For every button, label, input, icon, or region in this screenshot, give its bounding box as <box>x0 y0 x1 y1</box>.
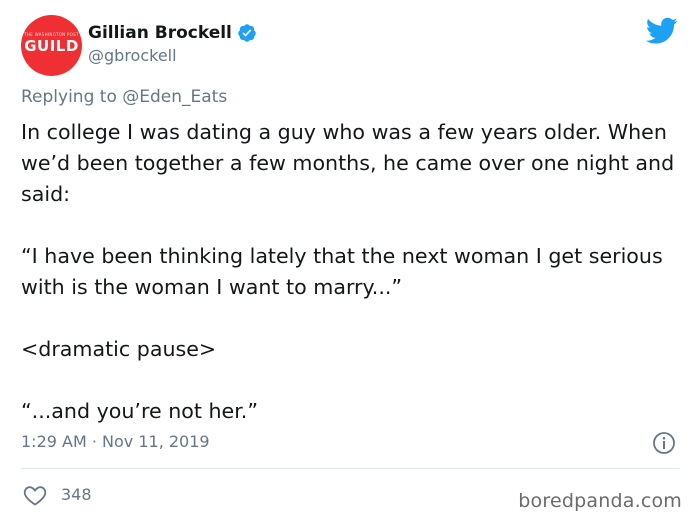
divider <box>21 468 679 469</box>
replying-to-prefix: Replying to <box>21 87 117 107</box>
tweet-timestamp[interactable]: 1:29 AM · Nov 11, 2019 <box>21 432 210 451</box>
twitter-bird-icon[interactable] <box>646 17 678 45</box>
author-handle[interactable]: @gbrockell <box>88 46 177 65</box>
tweet-text: In college I was dating a guy who was a … <box>21 117 681 427</box>
like-count: 348 <box>61 485 92 504</box>
display-name[interactable]: Gillian Brockell <box>88 23 232 43</box>
info-icon[interactable] <box>652 431 676 455</box>
avatar-text: GUILD <box>24 37 79 55</box>
avatar[interactable]: THE WASHINGTON POST GUILD <box>21 15 82 76</box>
replying-to-mention[interactable]: @Eden_Eats <box>122 87 227 107</box>
replying-to-line: Replying to @Eden_Eats <box>21 87 227 107</box>
tweet-paragraph-2: “I have been thinking lately that the ne… <box>21 244 663 299</box>
verified-badge-icon <box>238 24 256 42</box>
watermark: boredpanda.com <box>518 490 682 512</box>
tweet-paragraph-4: “...and you’re not her.” <box>21 399 258 423</box>
heart-icon[interactable] <box>23 484 47 506</box>
author-name-row: Gillian Brockell <box>88 21 257 45</box>
tweet-paragraph-1: In college I was dating a guy who was a … <box>21 120 675 206</box>
tweet-paragraph-3: <dramatic pause> <box>21 337 217 361</box>
